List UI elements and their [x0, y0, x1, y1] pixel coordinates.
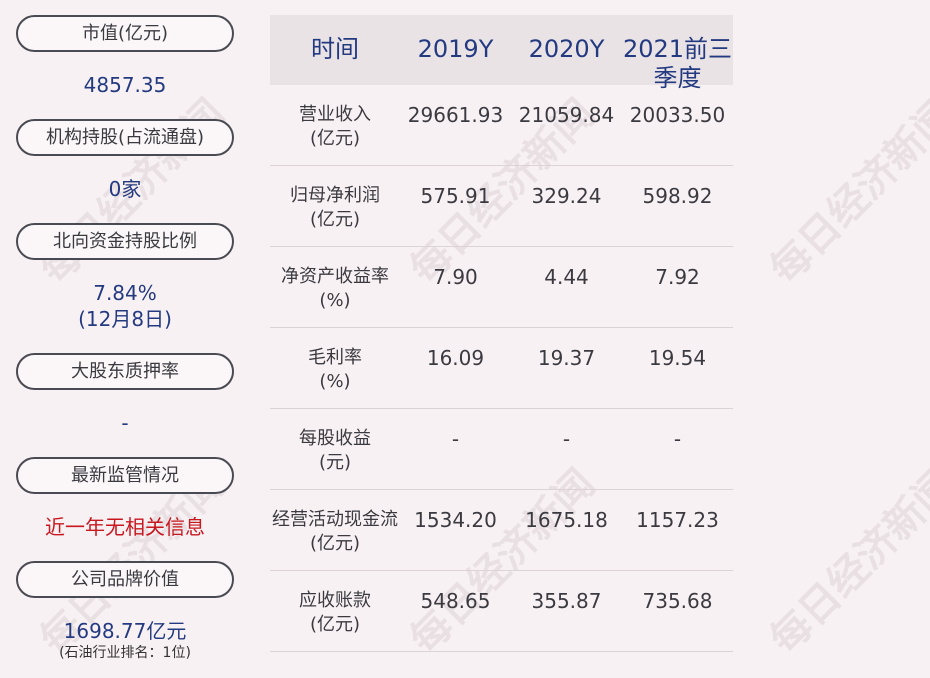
table-cell: 16.09 [426, 346, 485, 370]
table-cell: 355.87 [531, 589, 602, 613]
watermark: 每日经济新闻 [761, 90, 930, 293]
row-label: 净资产收益率 (%) [281, 266, 389, 311]
table-cell: 7.90 [433, 265, 478, 289]
table-cell: 1157.23 [636, 508, 719, 532]
table-cell: 735.68 [642, 589, 713, 613]
table-cell: 19.37 [537, 346, 596, 370]
table-cell: 548.65 [420, 589, 491, 613]
table-row: 经营活动现金流 (亿元) 1534.20 1675.18 1157.23 [270, 490, 733, 571]
table-cell: 1534.20 [414, 508, 497, 532]
northbound-ratio-date: (12月8日) [78, 307, 172, 331]
row-label: 营业收入 (亿元) [299, 104, 371, 149]
table-cell: 21059.84 [518, 103, 615, 127]
table-cell: - [673, 427, 682, 451]
northbound-ratio-value: 7.84% [93, 281, 157, 305]
table-row: 净资产收益率 (%) 7.90 4.44 7.92 [270, 247, 733, 328]
financial-table: 时间 2019Y 2020Y 2021前三季度 营业收入 (亿元) 29661.9… [270, 15, 733, 652]
table-row: 归母净利润 (亿元) 575.91 329.24 598.92 [270, 166, 733, 247]
table-row: 每股收益 (元) - - - [270, 409, 733, 490]
row-label: 应收账款 (亿元) [299, 590, 371, 635]
row-label: 归母净利润 (亿元) [290, 185, 380, 230]
table-cell: 598.92 [642, 184, 713, 208]
northbound-ratio-label: 北向资金持股比例 [16, 223, 234, 260]
row-label: 毛利率 (%) [308, 347, 362, 392]
table-cell: - [562, 427, 571, 451]
pledge-rate-label: 大股东质押率 [16, 353, 234, 390]
table-row: 营业收入 (亿元) 29661.93 21059.84 20033.50 [270, 85, 733, 166]
table-cell: 29661.93 [407, 103, 504, 127]
table-cell: 19.54 [648, 346, 707, 370]
market-cap-value: 4857.35 [83, 73, 167, 97]
brand-rank-note: (石油行业排名：1位) [59, 645, 191, 661]
table-cell: 575.91 [420, 184, 491, 208]
header-time: 时间 [311, 35, 359, 63]
watermark: 每日经济新闻 [761, 460, 930, 663]
table-cell: 20033.50 [629, 103, 726, 127]
institution-holding-value: 0家 [108, 177, 142, 201]
table-cell: 4.44 [544, 265, 589, 289]
table-cell: 329.24 [531, 184, 602, 208]
summary-panel: 市值(亿元) 4857.35 机构持股(占流通盘) 0家 北向资金持股比例 7.… [0, 0, 250, 678]
header-2020: 2020Y [528, 35, 605, 63]
header-2019: 2019Y [417, 35, 494, 63]
row-label: 每股收益 (元) [299, 428, 371, 473]
row-label: 经营活动现金流 (亿元) [272, 509, 398, 554]
brand-value-value: 1698.77亿元 [63, 619, 187, 643]
pledge-rate-value: - [121, 411, 129, 435]
table-cell: - [451, 427, 460, 451]
regulation-label: 最新监管情况 [16, 457, 234, 494]
table-row: 毛利率 (%) 16.09 19.37 19.54 [270, 328, 733, 409]
regulation-value: 近一年无相关信息 [45, 515, 205, 539]
institution-holding-label: 机构持股(占流通盘) [16, 119, 234, 156]
table-cell: 7.92 [655, 265, 700, 289]
market-cap-label: 市值(亿元) [16, 15, 234, 52]
brand-value-label: 公司品牌价值 [16, 561, 234, 598]
table-row: 应收账款 (亿元) 548.65 355.87 735.68 [270, 571, 733, 652]
table-cell: 1675.18 [525, 508, 608, 532]
table-header: 时间 2019Y 2020Y 2021前三季度 [270, 15, 733, 92]
